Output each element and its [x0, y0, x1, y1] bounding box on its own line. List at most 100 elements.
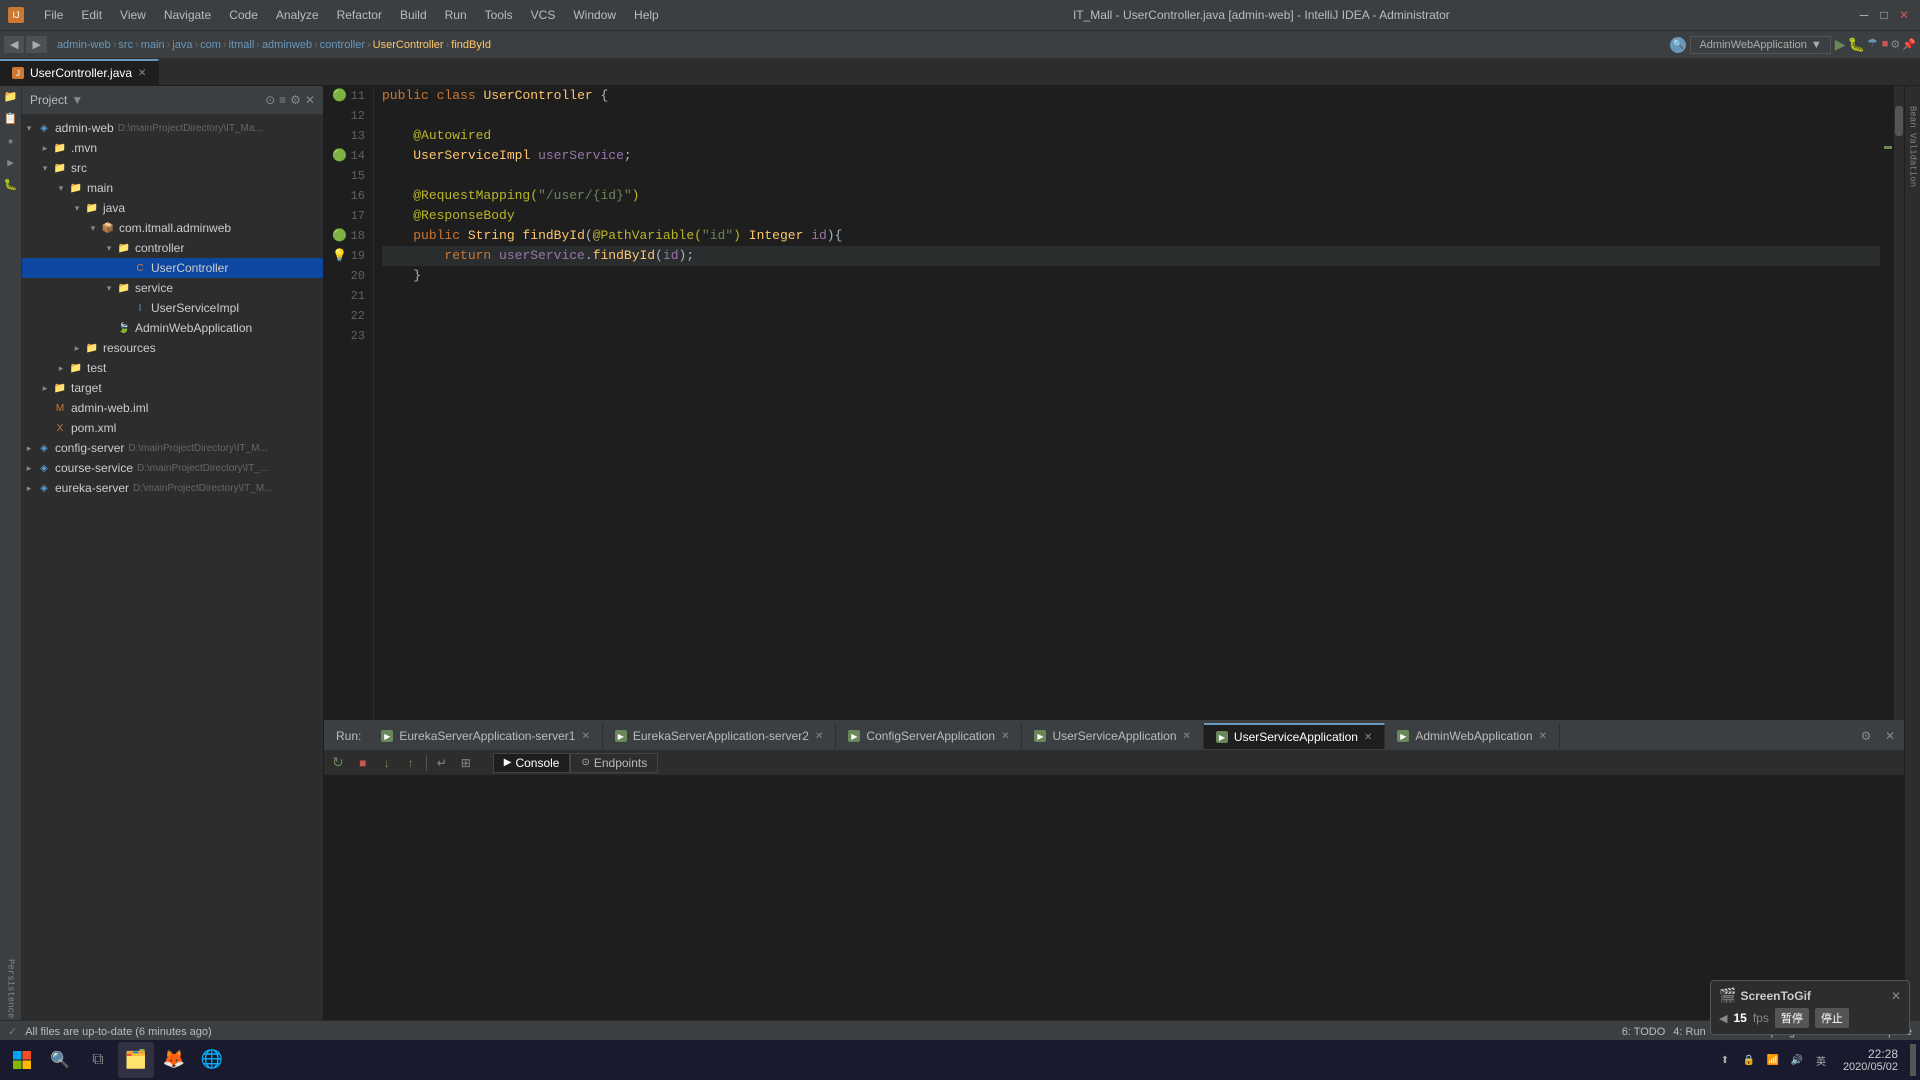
console-tab[interactable]: ▶ Console: [493, 753, 571, 773]
code-editor[interactable]: 🟢 11 12 13 🟢 14 15 16 17 🟢 18 💡: [324, 86, 1904, 720]
scroll-up-button[interactable]: ↑: [400, 752, 422, 774]
project-view-toggle[interactable]: 📁: [0, 86, 22, 108]
tab-usercontroller[interactable]: J UserController.java ✕: [0, 59, 159, 85]
run-tab-userservice1[interactable]: ▶ UserServiceApplication ✕: [1022, 723, 1203, 749]
taskbar-firefox[interactable]: 🦊: [156, 1042, 192, 1078]
breadcrumb-java[interactable]: java: [172, 39, 192, 51]
console-output[interactable]: [324, 776, 1904, 1020]
toolbar-right[interactable]: ■ ⚙ 📌: [1882, 38, 1916, 51]
tree-item-service[interactable]: ▾ 📁 service: [22, 278, 323, 298]
breadcrumb-main[interactable]: main: [141, 39, 165, 51]
tray-icon-1[interactable]: ⬆: [1715, 1050, 1735, 1070]
scrollbar-thumb[interactable]: [1895, 106, 1903, 136]
project-dropdown-arrow[interactable]: ▼: [71, 93, 83, 107]
tree-item-src[interactable]: ▾ 📁 src: [22, 158, 323, 178]
tree-item-java[interactable]: ▾ 📁 java: [22, 198, 323, 218]
scroll-from-source-icon[interactable]: ⊙: [265, 93, 275, 107]
stop-button[interactable]: ■: [1882, 38, 1889, 51]
tab-close-icon[interactable]: ✕: [138, 68, 146, 79]
run-settings-icon[interactable]: ⚙: [1856, 726, 1876, 746]
code-content[interactable]: public class UserController { @Autowired…: [374, 86, 1880, 720]
run-tab-eureka1[interactable]: ▶ EurekaServerApplication-server1 ✕: [369, 723, 602, 749]
tree-item-config-server[interactable]: ▸ ◈ config-server D:\mainProjectDirector…: [22, 438, 323, 458]
tree-item-mvn[interactable]: ▸ 📁 .mvn: [22, 138, 323, 158]
run-tab-close-6[interactable]: ✕: [1539, 731, 1547, 742]
clock[interactable]: 22:28 2020/05/02: [1835, 1047, 1906, 1073]
notif-close-icon[interactable]: ✕: [1891, 989, 1901, 1003]
run-tab-close-1[interactable]: ✕: [581, 731, 589, 742]
tray-icon-volume[interactable]: 🔊: [1787, 1050, 1807, 1070]
taskbar-chrome[interactable]: 🌐: [194, 1042, 230, 1078]
persistence-toggle[interactable]: Persistence: [0, 957, 22, 1020]
menu-tools[interactable]: Tools: [477, 6, 521, 24]
notif-pause-button[interactable]: 暂停: [1775, 1008, 1809, 1028]
minimize-button[interactable]: ─: [1856, 7, 1872, 23]
nav-buttons-left[interactable]: ◀ ▶: [4, 36, 47, 53]
use-soft-wrap-button[interactable]: ⊞: [455, 752, 477, 774]
menu-bar[interactable]: File Edit View Navigate Code Analyze Ref…: [36, 6, 667, 24]
start-button[interactable]: [4, 1042, 40, 1078]
tray-icon-network[interactable]: 📶: [1763, 1050, 1783, 1070]
panel-hide-icon[interactable]: ✕: [305, 93, 315, 107]
tray-icon-input[interactable]: 英: [1811, 1050, 1831, 1070]
run-tab-close-4[interactable]: ✕: [1183, 731, 1191, 742]
nav-right[interactable]: 🔍 AdminWebApplication ▼ ▶ 🐛 ☂ ■ ⚙ 📌: [1670, 36, 1916, 54]
structure-toggle[interactable]: 📋: [0, 108, 22, 130]
run-config-selector[interactable]: AdminWebApplication ▼: [1690, 36, 1830, 54]
panel-settings-icon[interactable]: ⚙: [290, 93, 301, 107]
debug-button[interactable]: 🐛: [1848, 36, 1865, 53]
tree-item-course-service[interactable]: ▸ ◈ course-service D:\mainProjectDirecto…: [22, 458, 323, 478]
menu-build[interactable]: Build: [392, 6, 435, 24]
notif-stop-button[interactable]: 停止: [1815, 1008, 1849, 1028]
gutter-icon-11[interactable]: 🟢: [333, 89, 347, 103]
run-toggle[interactable]: ▶: [0, 152, 22, 174]
settings-icon[interactable]: ⚙: [1890, 38, 1900, 51]
gutter-icon-18[interactable]: 🟢: [333, 229, 347, 243]
menu-navigate[interactable]: Navigate: [156, 6, 219, 24]
menu-help[interactable]: Help: [626, 6, 667, 24]
run-tab-eureka2[interactable]: ▶ EurekaServerApplication-server2 ✕: [603, 723, 836, 749]
tree-item-main[interactable]: ▾ 📁 main: [22, 178, 323, 198]
breadcrumb-usercontroller[interactable]: UserController: [373, 39, 444, 51]
run-tab-adminweb[interactable]: ▶ AdminWebApplication ✕: [1385, 723, 1560, 749]
menu-edit[interactable]: Edit: [73, 6, 110, 24]
search-everywhere-icon[interactable]: 🔍: [1670, 37, 1686, 53]
debug-toggle[interactable]: 🐛: [0, 174, 22, 196]
tree-item-userserviceimpl[interactable]: I UserServiceImpl: [22, 298, 323, 318]
favorites-toggle[interactable]: ★: [0, 130, 22, 152]
tree-item-usercontroller[interactable]: C UserController: [22, 258, 323, 278]
coverage-button[interactable]: ☂: [1867, 36, 1878, 53]
breadcrumb-admin-web[interactable]: admin-web: [57, 39, 111, 51]
taskbar-left[interactable]: 🔍 ⧉ 🗂️ 🦊 🌐: [4, 1042, 230, 1078]
tree-item-iml[interactable]: M admin-web.iml: [22, 398, 323, 418]
gutter-icon-19-bulb[interactable]: 💡: [333, 249, 347, 263]
breadcrumb-itmall[interactable]: itmall: [229, 39, 255, 51]
gutter-icon-14[interactable]: 🟢: [333, 149, 347, 163]
panel-header-right[interactable]: ⊙ ≡ ⚙ ✕: [265, 93, 315, 107]
run-tab-close-5[interactable]: ✕: [1364, 732, 1372, 743]
tree-item-eureka-server[interactable]: ▸ ◈ eureka-server D:\mainProjectDirector…: [22, 478, 323, 498]
run-button[interactable]: ▶: [1835, 36, 1846, 53]
breadcrumb-adminweb[interactable]: adminweb: [262, 39, 312, 51]
run-panel-controls[interactable]: ⚙ ✕: [1856, 726, 1900, 746]
tree-item-pom[interactable]: X pom.xml: [22, 418, 323, 438]
title-bar-controls[interactable]: ─ □ ✕: [1856, 7, 1912, 23]
run-hide-icon[interactable]: ✕: [1880, 726, 1900, 746]
breadcrumb-com[interactable]: com: [200, 39, 221, 51]
status-todo[interactable]: 6: TODO: [1622, 1026, 1666, 1038]
close-button[interactable]: ✕: [1896, 7, 1912, 23]
menu-code[interactable]: Code: [221, 6, 266, 24]
menu-view[interactable]: View: [112, 6, 154, 24]
breadcrumb-findbyid[interactable]: findById: [451, 39, 491, 51]
tree-item-admin-web[interactable]: ▾ ◈ admin-web D:\mainProjectDirectory\IT…: [22, 118, 323, 138]
search-taskbar[interactable]: 🔍: [42, 1042, 78, 1078]
menu-vcs[interactable]: VCS: [523, 6, 564, 24]
endpoints-tab[interactable]: ⊙ Endpoints: [570, 753, 658, 773]
show-desktop-button[interactable]: [1910, 1044, 1916, 1076]
tree-item-controller[interactable]: ▾ 📁 controller: [22, 238, 323, 258]
notif-back-icon[interactable]: ◀: [1719, 1012, 1727, 1025]
stop-run-button[interactable]: ■: [352, 752, 374, 774]
restart-icon[interactable]: ↻: [332, 754, 344, 771]
tray-icon-2[interactable]: 🔒: [1739, 1050, 1759, 1070]
restore-button[interactable]: □: [1876, 7, 1892, 23]
